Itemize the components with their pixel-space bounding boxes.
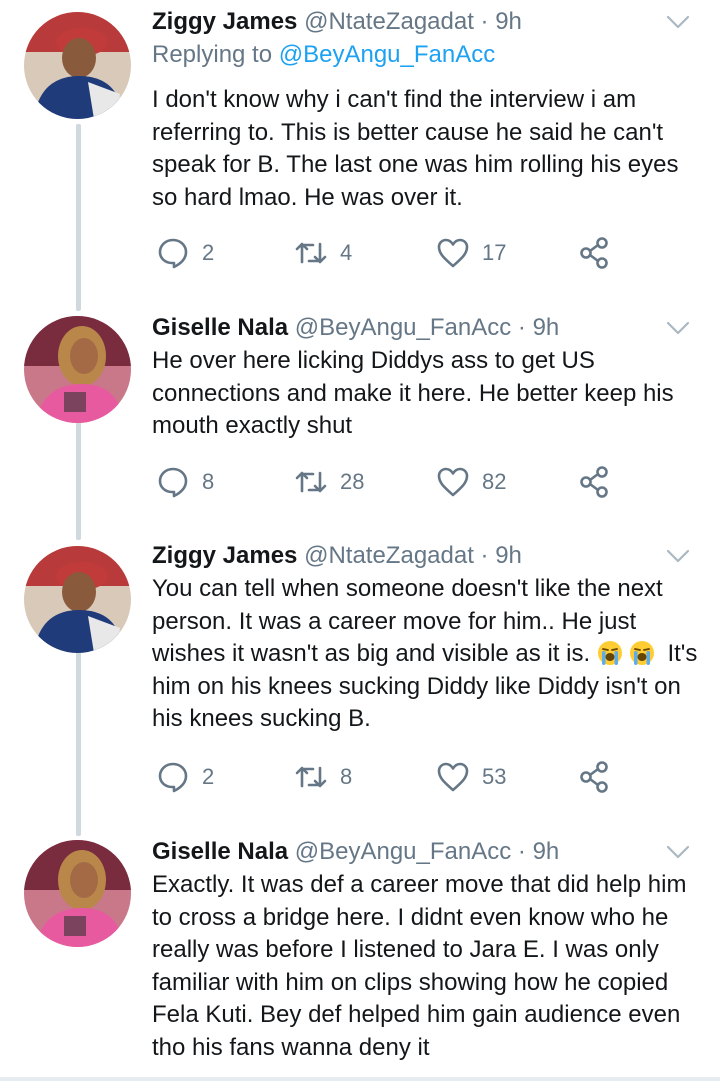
reply-icon [158, 238, 188, 269]
replying-to-link[interactable]: @BeyAngu_FanAcc [279, 41, 495, 68]
action-bar: 8 28 82 [152, 462, 672, 502]
display-name[interactable]: Ziggy James [152, 8, 297, 35]
avatar-image [24, 546, 131, 653]
share-icon [580, 237, 608, 269]
avatar[interactable] [24, 316, 131, 423]
avatar[interactable] [24, 546, 131, 653]
reply-count: 8 [202, 469, 215, 494]
like-button[interactable]: 53 [436, 757, 506, 797]
action-bar: 2 4 17 [152, 233, 672, 273]
avatar[interactable] [24, 12, 131, 119]
heart-icon [437, 762, 469, 792]
retweet-count: 4 [340, 240, 353, 265]
action-bar: 2 8 53 [152, 757, 672, 797]
chevron-down-icon[interactable] [664, 542, 692, 570]
avatar-image [24, 12, 131, 119]
share-button[interactable] [578, 233, 612, 273]
share-icon [580, 761, 608, 793]
avatar[interactable] [24, 840, 131, 947]
tweet-text: You can tell when someone doesn't like t… [152, 573, 702, 736]
like-button[interactable]: 82 [436, 462, 506, 502]
timestamp[interactable]: · 9h [481, 542, 522, 569]
reply-button[interactable]: 8 [156, 462, 214, 502]
user-handle[interactable]: @BeyAngu_FanAcc [295, 838, 511, 865]
avatar-image [24, 316, 131, 423]
display-name[interactable]: Giselle Nala [152, 838, 288, 865]
like-button[interactable]: 17 [436, 233, 506, 273]
reply-icon [158, 762, 188, 793]
avatar-image [24, 840, 131, 947]
reply-count: 2 [202, 240, 215, 265]
share-button[interactable] [578, 462, 612, 502]
tweet-header: Giselle Nala @BeyAngu_FanAcc · 9h [152, 310, 559, 346]
reply-count: 2 [202, 764, 215, 789]
retweet-button[interactable]: 4 [294, 233, 352, 273]
tweet-text: Exactly. It was def a career move that d… [152, 871, 687, 1061]
retweet-count: 28 [340, 469, 365, 494]
timestamp[interactable]: · 9h [518, 314, 559, 341]
heart-icon [437, 467, 469, 497]
replying-to-label: Replying to [152, 41, 279, 68]
loudly-crying-face-emoji [629, 641, 654, 665]
chevron-down-icon[interactable] [664, 8, 692, 36]
share-button[interactable] [578, 757, 612, 797]
retweet-count: 8 [340, 764, 353, 789]
retweet-button[interactable]: 8 [294, 757, 352, 797]
retweet-button[interactable]: 28 [294, 462, 364, 502]
tweet-text-part: You can tell when someone doesn't like t… [152, 575, 663, 667]
like-count: 82 [482, 469, 507, 494]
share-icon [580, 466, 608, 498]
display-name[interactable]: Giselle Nala [152, 314, 288, 341]
timestamp[interactable]: · 9h [481, 8, 522, 35]
heart-icon [437, 238, 469, 268]
tweet-text: He over here licking Diddys ass to get U… [152, 347, 674, 439]
tweet-text: I don't know why i can't find the interv… [152, 86, 679, 211]
timestamp[interactable]: · 9h [518, 838, 559, 865]
divider [0, 1077, 720, 1081]
reply-button[interactable]: 2 [156, 233, 214, 273]
user-handle[interactable]: @NtateZagadat [304, 8, 474, 35]
replying-to: Replying to @BeyAngu_FanAcc [152, 38, 495, 72]
like-count: 53 [482, 764, 507, 789]
display-name[interactable]: Ziggy James [152, 542, 297, 569]
user-handle[interactable]: @BeyAngu_FanAcc [295, 314, 511, 341]
retweet-icon [295, 471, 327, 493]
retweet-icon [295, 766, 327, 788]
chevron-down-icon[interactable] [664, 838, 692, 866]
loudly-crying-face-emoji [597, 641, 622, 665]
reply-icon [158, 467, 188, 498]
tweet-header: Giselle Nala @BeyAngu_FanAcc · 9h [152, 834, 559, 870]
thread-line [76, 124, 81, 311]
tweet-header: Ziggy James @NtateZagadat · 9h [152, 4, 522, 40]
like-count: 17 [482, 240, 507, 265]
retweet-icon [295, 242, 327, 264]
tweet-header: Ziggy James @NtateZagadat · 9h [152, 538, 522, 574]
reply-button[interactable]: 2 [156, 757, 214, 797]
thread-line [76, 652, 81, 836]
chevron-down-icon[interactable] [664, 314, 692, 342]
user-handle[interactable]: @NtateZagadat [304, 542, 474, 569]
